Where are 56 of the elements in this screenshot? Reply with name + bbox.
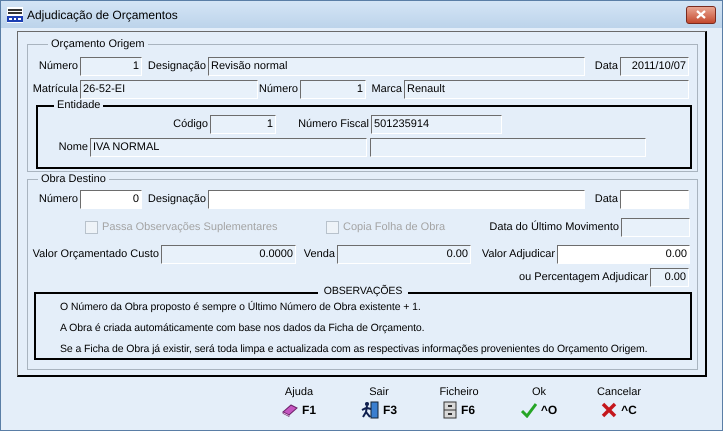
field-label: Valor Orçamentado Custo — [32, 247, 160, 262]
input-field[interactable]: Renault — [404, 80, 689, 99]
input-field[interactable] — [620, 190, 689, 209]
running-person-icon — [360, 401, 379, 419]
input-field[interactable]: 26-52-EI — [80, 80, 258, 99]
input-field[interactable]: IVA NORMAL — [90, 138, 367, 157]
input-field[interactable] — [621, 218, 690, 237]
group-title: OBSERVAÇÕES — [318, 286, 408, 296]
toolbar-button[interactable]: Cancelar ^C — [596, 386, 642, 419]
field-label: Data — [594, 59, 619, 74]
close-icon — [696, 10, 706, 19]
field-label: Número — [38, 192, 79, 208]
field-label: Número — [258, 82, 299, 98]
window-title: Adjudicação de Orçamentos — [27, 6, 179, 24]
note-text: O Número da Obra proposto é sempre o Último Número de Obra existente + 1. — [60, 300, 422, 315]
field-label: ou Percentagem Adjudicar — [518, 270, 649, 286]
input-field[interactable]: Revisão normal — [208, 57, 585, 76]
input-field[interactable]: 2011/10/07 — [620, 57, 689, 76]
field-label: Valor Adjudicar — [480, 247, 556, 262]
group-title: Entidade — [54, 100, 104, 111]
input-field[interactable]: 501235914 — [371, 115, 502, 134]
input-field[interactable] — [370, 138, 646, 157]
note-text: A Obra é criada automáticamente com base nos dados da Ficha de Orçamento. — [60, 321, 426, 336]
field-label: Data do Último Movimento — [488, 220, 620, 236]
input-field[interactable]: 0.00 — [337, 245, 471, 264]
toolbar-button[interactable]: Sair F3 — [360, 386, 397, 419]
input-field[interactable]: 1 — [300, 80, 366, 99]
input-field[interactable]: 0.0000 — [161, 245, 296, 264]
book-icon — [282, 403, 298, 417]
toolbar-button[interactable]: Ok ^O — [520, 386, 558, 419]
field-label: Matrícula — [32, 82, 79, 98]
field-label: Venda — [302, 247, 336, 262]
field-label: Designação — [146, 192, 207, 208]
field-label: Marca — [370, 82, 403, 98]
toolbar-button[interactable]: Ficheiro F6 — [439, 386, 479, 419]
group-title: Orçamento Origem — [48, 39, 148, 50]
app-icon — [7, 6, 23, 22]
field-label: Número — [38, 59, 79, 74]
check-icon — [520, 402, 537, 418]
cabinet-icon — [442, 401, 457, 419]
close-button[interactable] — [686, 6, 716, 24]
field-label: Data — [594, 192, 619, 208]
input-field[interactable]: 0.00 — [557, 245, 690, 264]
field-label: Número Fiscal — [297, 117, 370, 132]
input-field[interactable]: 1 — [210, 115, 276, 134]
field-label: Código — [172, 117, 209, 132]
field-label: Designação — [146, 59, 207, 74]
input-field[interactable] — [208, 190, 585, 209]
group-title: Obra Destino — [38, 174, 109, 185]
field-label: Nome — [58, 140, 89, 156]
input-field[interactable]: 0.00 — [650, 268, 689, 287]
cross-icon — [601, 402, 618, 418]
input-field[interactable]: 1 — [80, 57, 142, 76]
input-field[interactable]: 0 — [80, 190, 142, 209]
toolbar-button[interactable]: Ajuda F1 — [282, 386, 316, 419]
note-text: Se a Ficha de Obra já existir, será toda limpa e actualizada com as respectivas informações provenientes do Orçamento Origem. — [60, 342, 648, 357]
